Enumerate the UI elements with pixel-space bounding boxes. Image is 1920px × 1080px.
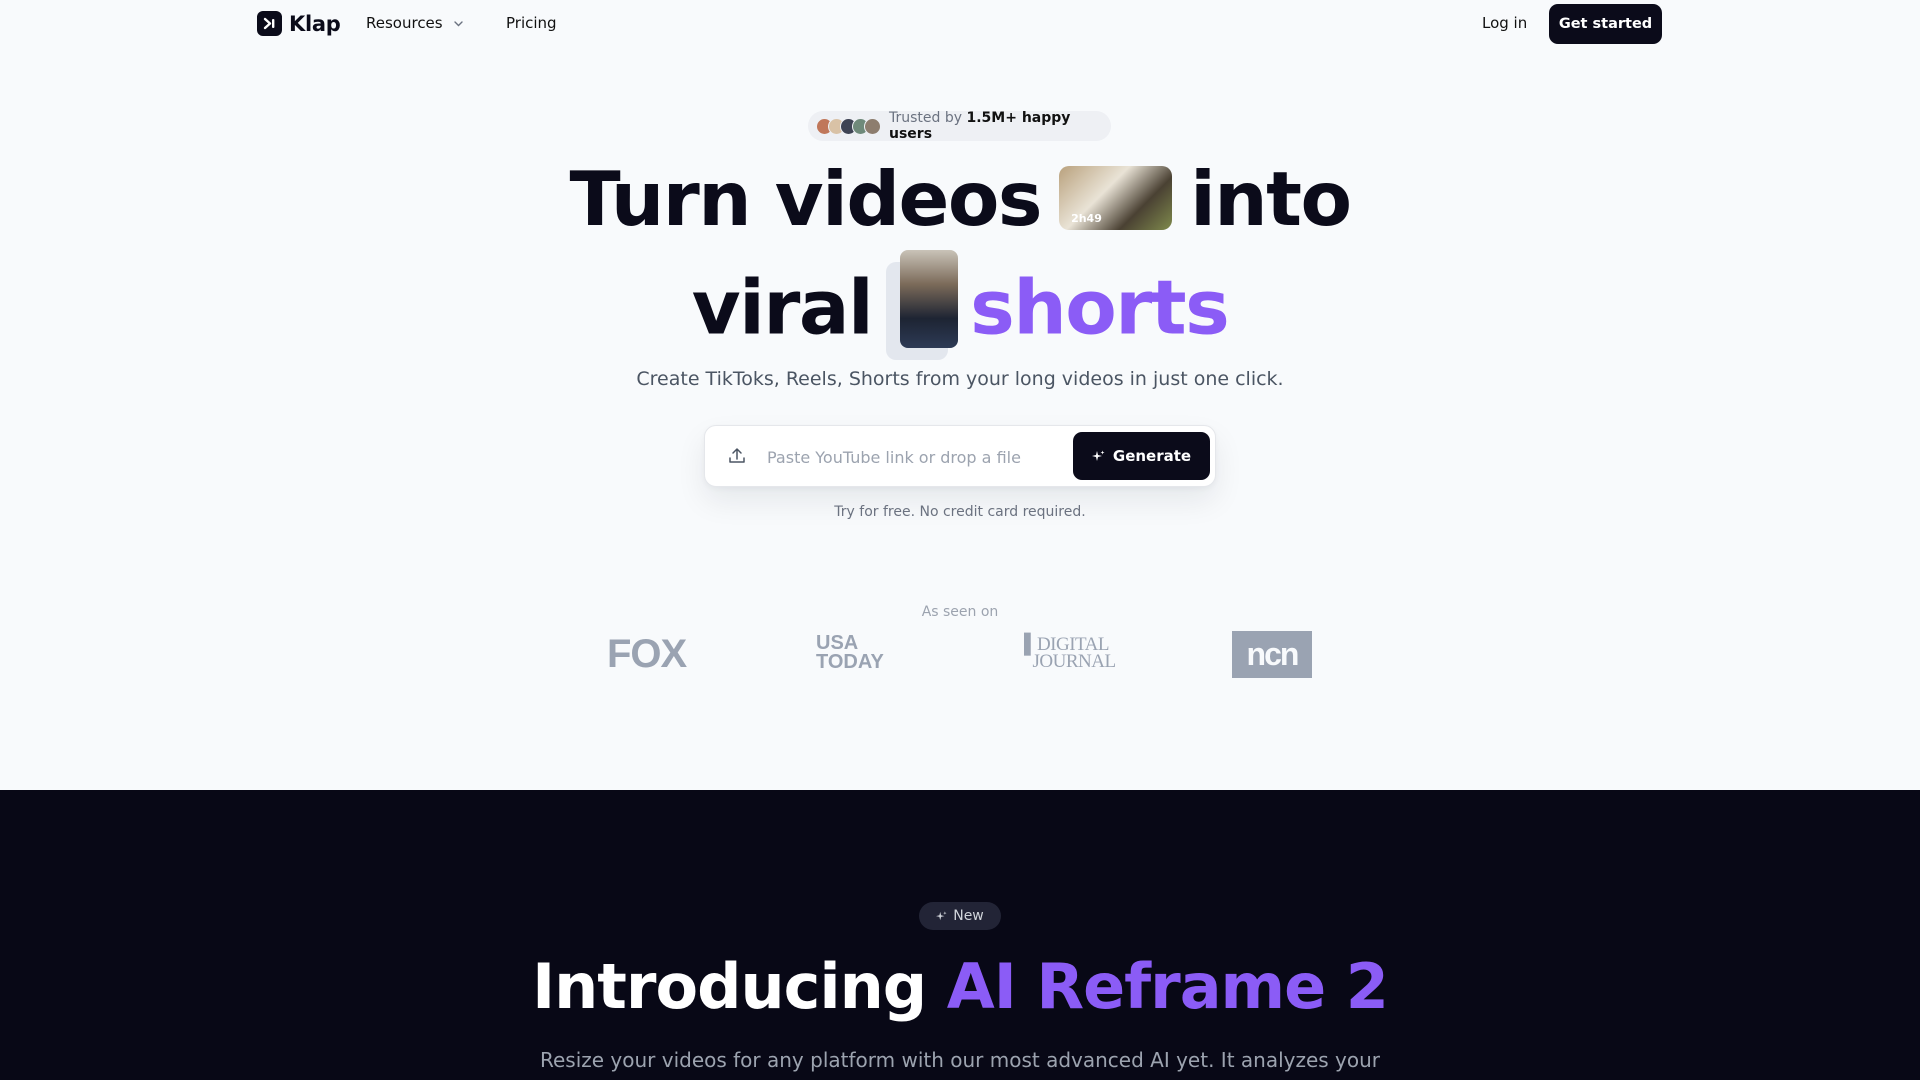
nav-resources-menu[interactable]: Resources <box>366 14 464 32</box>
video-input-card: Generate <box>704 425 1216 487</box>
fox-logo: FOX <box>607 632 687 676</box>
feature-title: Introducing AI Reframe 2 <box>532 950 1389 1023</box>
nav-pricing-link[interactable]: Pricing <box>506 14 557 32</box>
new-badge: New <box>919 902 1001 930</box>
upload-icon[interactable] <box>727 446 747 470</box>
chevron-down-icon <box>453 20 463 26</box>
digital-journal-logo: ▌DIGITAL JOURNAL <box>1024 634 1116 672</box>
headline-highlight: shorts <box>970 263 1230 352</box>
login-link[interactable]: Log in <box>1482 14 1527 32</box>
feature-section: New Introducing AI Reframe 2 Resize your… <box>0 790 1920 1080</box>
sparkle-icon <box>1091 450 1105 461</box>
ncn-logo: ncn <box>1232 631 1312 678</box>
get-started-button[interactable]: Get started <box>1549 4 1662 44</box>
video-thumbnail: 2h49 <box>1059 166 1173 231</box>
klap-logo-icon <box>257 11 282 36</box>
trust-badge: Trusted by 1.5M+ happy users <box>808 110 1111 142</box>
avatar <box>864 117 881 135</box>
trust-text: Trusted by 1.5M+ happy users <box>889 110 1071 142</box>
free-trial-note: Try for free. No credit card required. <box>834 504 1086 520</box>
generate-label: Generate <box>1112 447 1192 465</box>
headline-line-1: Turn videos 2h49 into <box>569 155 1352 243</box>
usa-today-logo: USA TODAY <box>816 632 884 673</box>
youtube-link-input[interactable] <box>767 438 1067 476</box>
as-seen-on-label: As seen on <box>921 604 999 620</box>
sparkle-icon <box>936 910 947 920</box>
top-nav: Klap Resources Pricing Log in Get starte… <box>0 0 1920 48</box>
video-duration: 2h49 <box>1071 212 1102 226</box>
brand-logo[interactable]: Klap <box>257 11 341 36</box>
user-avatars <box>816 117 881 135</box>
headline-line-2: viral shorts <box>0 250 1920 368</box>
feature-subtitle: Resize your videos for any platform with… <box>539 1048 1381 1072</box>
hero-subtitle: Create TikToks, Reels, Shorts from your … <box>636 368 1284 390</box>
generate-button[interactable]: Generate <box>1073 432 1210 480</box>
short-thumbnail <box>886 250 959 360</box>
brand-name: Klap <box>289 11 341 36</box>
nav-resources-label: Resources <box>366 14 443 32</box>
